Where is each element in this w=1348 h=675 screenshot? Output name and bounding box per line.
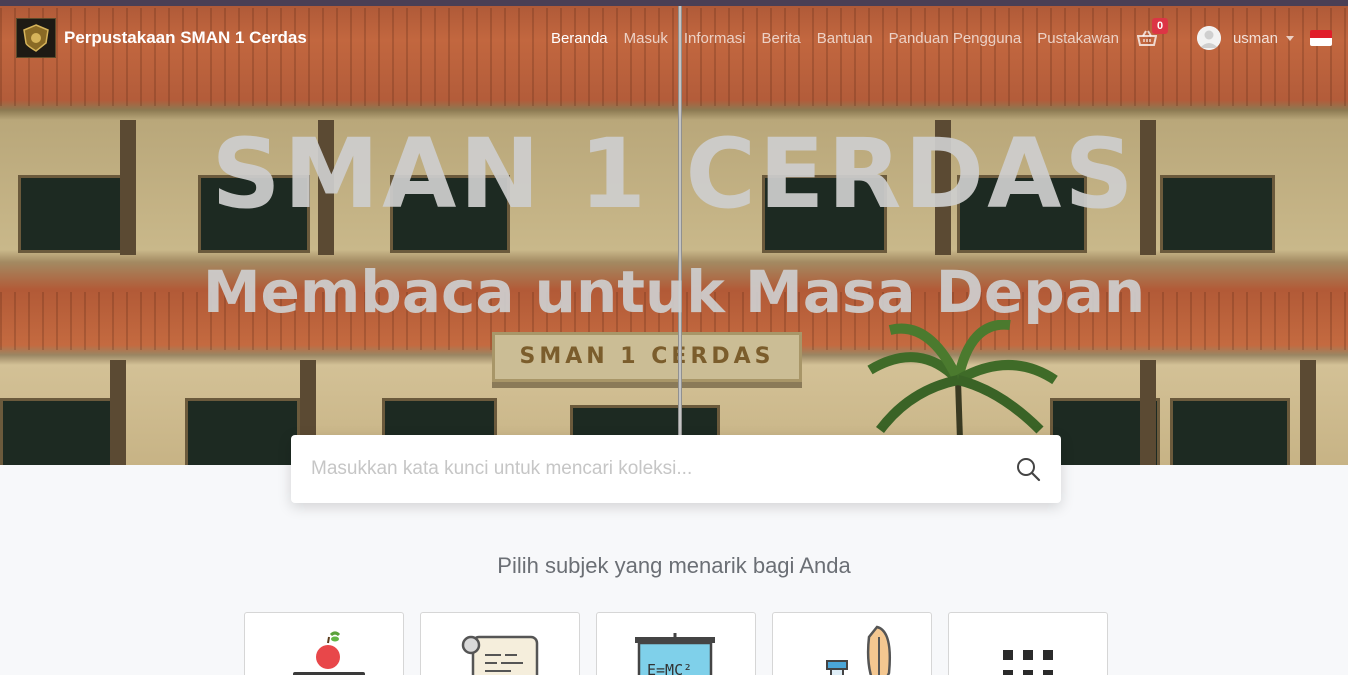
subject-card-more[interactable] [948,612,1108,675]
chevron-down-icon [1286,35,1294,41]
cart-button[interactable]: 0 [1136,18,1169,46]
user-dropdown[interactable]: usman [1196,26,1294,50]
search-icon[interactable] [1015,456,1041,482]
quill-ink-icon [826,625,891,675]
subject-card-education[interactable] [244,612,404,675]
building-pillar [1140,360,1156,465]
nav-link-informasi[interactable]: Informasi [684,30,746,47]
subject-card-writing[interactable] [772,612,932,675]
formula-text: E=MC² [647,661,693,675]
brand-title[interactable]: Perpustakaan SMAN 1 Cerdas [64,28,307,48]
scroll-icon [461,635,539,675]
username-label: usman [1232,29,1278,47]
shield-emblem-icon [23,24,49,52]
school-logo[interactable] [16,18,56,58]
avatar [1196,26,1221,50]
nav-link-pustakawan[interactable]: Pustakawan [1037,30,1119,47]
nav-link-berita[interactable]: Berita [762,30,801,47]
cart-count-badge: 0 [1151,18,1169,34]
search-input[interactable] [311,458,1015,480]
building-window [0,398,120,465]
building-pillar [1300,360,1316,465]
nav-link-panduan-pengguna[interactable]: Panduan Pengguna [889,30,1022,47]
hero-subtitle: Membaca untuk Masa Depan [202,258,1146,326]
apple-books-icon [293,631,365,675]
search-box [291,435,1061,503]
building-window [185,398,300,465]
subject-cards: E=MC² [244,612,1124,675]
subject-card-science[interactable]: E=MC² [596,612,756,675]
palm-tree-image [867,320,1058,440]
building-pillar [110,360,126,465]
nav-link-bantuan[interactable]: Bantuan [817,30,873,47]
indonesia-flag-icon[interactable] [1310,30,1332,46]
nav-links: Beranda Masuk Informasi Berita Bantuan P… [535,18,1332,50]
grid-more-icon [1003,650,1053,675]
subjects-heading: Pilih subjek yang menarik bagi Anda [497,553,851,578]
user-silhouette-icon [1196,26,1221,50]
hero-title: SMAN 1 CERDAS [211,118,1137,230]
nav-link-beranda[interactable]: Beranda [551,30,608,47]
building-window [1170,398,1290,465]
nav-link-masuk[interactable]: Masuk [624,30,668,47]
top-navbar: Perpustakaan SMAN 1 Cerdas Beranda Masuk… [0,0,1348,76]
building-sign: SMAN 1 CERDAS [492,332,802,382]
subject-card-literature[interactable] [420,612,580,675]
